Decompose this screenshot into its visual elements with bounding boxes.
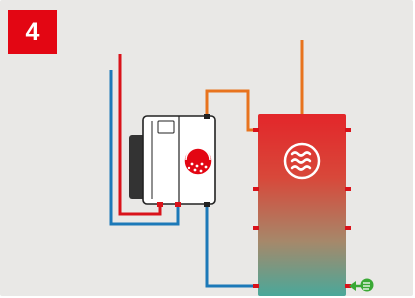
heat-pump-top-connector — [204, 114, 210, 119]
tank-port-right-1 — [345, 128, 351, 132]
heat-pump-emblem-icon — [183, 146, 213, 176]
renewable-energy-arrow-icon — [349, 278, 374, 292]
diagram-stage: 4 — [0, 0, 415, 298]
heating-system-diagram — [109, 40, 374, 296]
tank-port-right-2 — [345, 187, 351, 191]
tank-port-left-1 — [253, 128, 259, 132]
heat-pump-display — [157, 120, 175, 134]
cold-pipe-connector — [175, 202, 181, 207]
tank-port-left-4 — [253, 284, 259, 288]
heat-pump-bottom-connector — [204, 202, 210, 207]
step-number: 4 — [25, 17, 40, 46]
tank-port-left-2 — [253, 187, 259, 191]
step-badge: 4 — [8, 10, 57, 54]
return-pipe — [205, 205, 258, 288]
tank-port-right-3 — [345, 226, 351, 230]
storage-tank — [258, 114, 346, 296]
hot-pipe-connector — [157, 202, 163, 207]
tank-port-left-3 — [253, 226, 259, 230]
